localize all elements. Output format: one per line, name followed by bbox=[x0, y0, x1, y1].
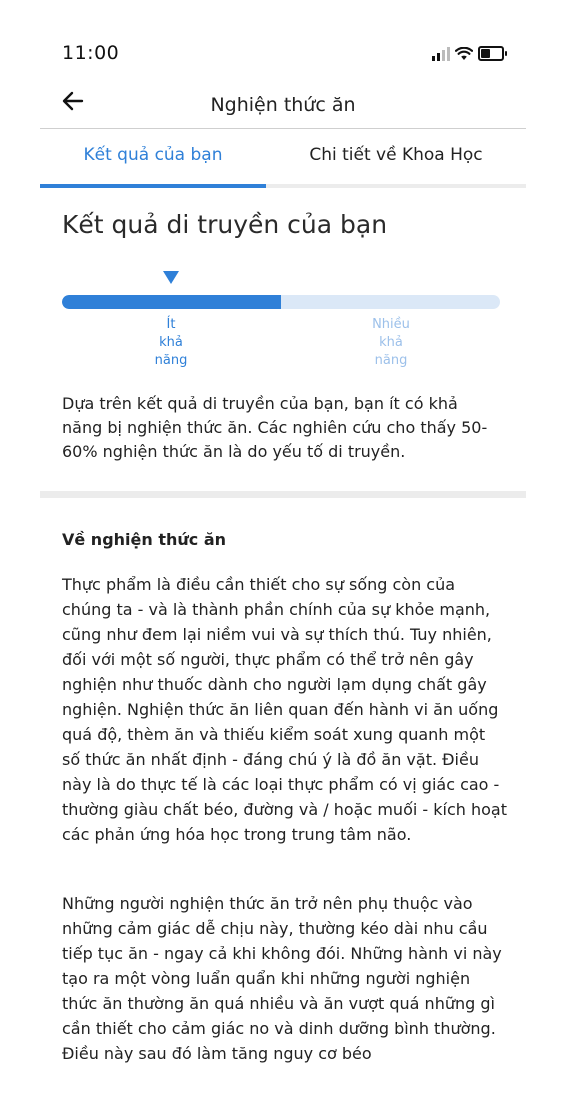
battery-icon bbox=[478, 46, 507, 61]
likelihood-fill bbox=[62, 295, 281, 309]
status-time: 11:00 bbox=[62, 42, 120, 64]
cellular-signal-icon bbox=[432, 46, 450, 61]
low-likelihood-label: Ít khả năng bbox=[154, 317, 188, 368]
likelihood-scale bbox=[62, 295, 500, 309]
app-bar: Nghiện thức ăn bbox=[40, 82, 526, 129]
tab-your-result[interactable]: Kết quả của bạn bbox=[40, 145, 266, 165]
status-bar: 11:00 bbox=[62, 40, 507, 70]
result-summary: Dựa trên kết quả di truyền của bạn, bạn … bbox=[62, 394, 488, 461]
status-icons bbox=[432, 46, 507, 61]
tab-science-details[interactable]: Chi tiết về Khoa Học bbox=[266, 145, 526, 165]
page-title: Nghiện thức ăn bbox=[210, 94, 356, 116]
about-heading: Về nghiện thức ăn bbox=[62, 530, 227, 549]
about-paragraph: Thực phẩm là điều cần thiết cho sự sống … bbox=[62, 575, 507, 844]
tab-bar: Kết quả của bạn Chi tiết về Khoa Học bbox=[40, 130, 526, 188]
section-divider bbox=[40, 491, 526, 498]
about-paragraph: Những người nghiện thức ăn trở nên phụ t… bbox=[62, 894, 502, 1063]
result-marker-icon bbox=[163, 271, 179, 284]
app-screen: 11:00 Nghiện thức ăn Kết quả của bạn Chi… bbox=[40, 0, 526, 1070]
active-tab-indicator bbox=[40, 184, 266, 188]
high-likelihood-label: Nhiều khả năng bbox=[372, 317, 410, 368]
wifi-icon bbox=[455, 46, 473, 60]
result-heading: Kết quả di truyền của bạn bbox=[62, 210, 388, 239]
